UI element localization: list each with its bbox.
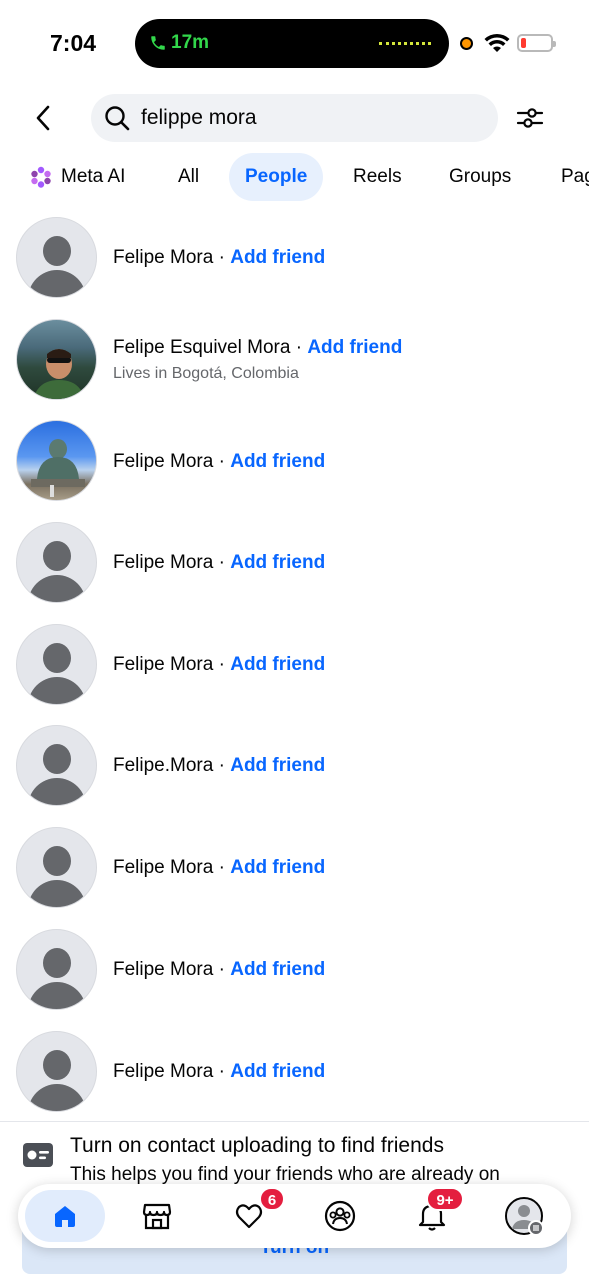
- avatar[interactable]: [16, 420, 97, 501]
- divider: [0, 1121, 589, 1122]
- nav-home[interactable]: [25, 1190, 105, 1242]
- person-name-row: Felipe Mora · Add friend: [113, 654, 326, 675]
- tab-label: Meta AI: [61, 166, 126, 187]
- list-item[interactable]: Felipe Mora · Add friend: [0, 411, 589, 511]
- person-name[interactable]: Felipe Mora: [113, 451, 213, 472]
- dynamic-island[interactable]: 17m: [135, 19, 449, 68]
- add-friend-button[interactable]: Add friend: [230, 857, 325, 878]
- list-item[interactable]: Felipe Mora · Add friend: [0, 919, 589, 1019]
- nav-dating[interactable]: 6: [209, 1187, 289, 1242]
- avatar[interactable]: [16, 522, 97, 603]
- tab-all[interactable]: All: [178, 153, 199, 201]
- list-item[interactable]: Felipe Mora · Add friend: [0, 1021, 589, 1121]
- person-name[interactable]: Felipe.Mora: [113, 755, 213, 776]
- nav-profile[interactable]: [484, 1190, 564, 1242]
- avatar[interactable]: [16, 624, 97, 705]
- person-name[interactable]: Felipe Mora: [113, 552, 213, 573]
- groups-icon: [324, 1200, 356, 1232]
- search-input[interactable]: [141, 94, 481, 142]
- add-friend-button[interactable]: Add friend: [230, 959, 325, 980]
- person-name-row: Felipe.Mora · Add friend: [113, 755, 326, 776]
- person-name-row: Felipe Mora · Add friend: [113, 247, 326, 268]
- avatar[interactable]: [16, 1031, 97, 1112]
- search-bar[interactable]: [91, 94, 498, 142]
- dating-icon: [235, 1204, 263, 1229]
- person-location: Lives in Bogotá, Colombia: [113, 365, 299, 382]
- chevron-left-icon: [36, 105, 50, 131]
- add-friend-button[interactable]: Add friend: [307, 337, 402, 358]
- tab-people[interactable]: People: [229, 153, 324, 201]
- person-name[interactable]: Felipe Mora: [113, 654, 213, 675]
- person-name[interactable]: Felipe Mora: [113, 247, 213, 268]
- notification-badge: 6: [259, 1187, 285, 1211]
- nav-notifications[interactable]: 9+: [392, 1187, 472, 1242]
- add-friend-button[interactable]: Add friend: [230, 654, 325, 675]
- person-name-row: Felipe Mora · Add friend: [113, 857, 326, 878]
- audio-waveform-icon: [379, 42, 431, 45]
- profile-photo: [31, 439, 85, 497]
- avatar[interactable]: [16, 827, 97, 908]
- notification-badge: 9+: [426, 1187, 464, 1211]
- list-item[interactable]: Felipe Mora · Add friend: [0, 207, 589, 307]
- phone-icon: [151, 36, 165, 50]
- avatar[interactable]: [16, 217, 97, 298]
- person-name[interactable]: Felipe Mora: [113, 1061, 213, 1082]
- add-friend-button[interactable]: Add friend: [230, 755, 325, 776]
- search-icon: [105, 106, 130, 131]
- avatar[interactable]: [16, 929, 97, 1010]
- nav-groups[interactable]: [300, 1190, 380, 1242]
- nav-marketplace[interactable]: [117, 1190, 197, 1242]
- person-name-row: Felipe Mora · Add friend: [113, 552, 326, 573]
- bottom-navigation: 6 9+: [18, 1184, 571, 1248]
- add-friend-button[interactable]: Add friend: [230, 247, 325, 268]
- tab-meta-ai[interactable]: Meta AI: [30, 153, 125, 201]
- wifi-icon: [484, 33, 510, 52]
- list-item[interactable]: Felipe Mora · Add friend: [0, 512, 589, 612]
- person-name-row: Felipe Esquivel Mora · Add friend: [113, 337, 403, 358]
- add-friend-button[interactable]: Add friend: [230, 1061, 325, 1082]
- person-name[interactable]: Felipe Esquivel Mora: [113, 337, 290, 358]
- list-item[interactable]: Felipe Mora · Add friend: [0, 614, 589, 714]
- home-icon: [55, 1206, 75, 1227]
- list-item[interactable]: Felipe Esquivel Mora · Add friend Lives …: [0, 309, 589, 409]
- search-filter-tabs: Meta AI All People Reels Groups Pag: [0, 153, 589, 201]
- avatar[interactable]: [16, 319, 97, 400]
- add-friend-button[interactable]: Add friend: [230, 451, 325, 472]
- avatar[interactable]: [16, 725, 97, 806]
- back-button[interactable]: [26, 100, 60, 136]
- contact-upload-title: Turn on contact uploading to find friend…: [70, 1134, 444, 1157]
- tab-pages[interactable]: Pag: [561, 153, 589, 201]
- profile-photo: [33, 349, 85, 399]
- status-time: 7:04: [50, 30, 97, 56]
- status-bar: 7:04 17m: [0, 0, 589, 80]
- mic-indicator-icon: [460, 37, 473, 50]
- contact-upload-description: This helps you find your friends who are…: [70, 1164, 500, 1185]
- list-item[interactable]: Felipe.Mora · Add friend: [0, 715, 589, 815]
- add-friend-button[interactable]: Add friend: [230, 552, 325, 573]
- meta-ai-icon: [31, 166, 51, 188]
- call-timer: 17m: [171, 32, 210, 53]
- profile-icon: [505, 1197, 544, 1236]
- person-name-row: Felipe Mora · Add friend: [113, 1061, 326, 1082]
- filter-button[interactable]: [512, 100, 548, 136]
- contact-card-icon: [23, 1143, 53, 1167]
- list-item[interactable]: Felipe Mora · Add friend: [0, 817, 589, 917]
- tab-groups[interactable]: Groups: [449, 153, 511, 201]
- sliders-icon: [516, 108, 544, 128]
- person-name[interactable]: Felipe Mora: [113, 959, 213, 980]
- marketplace-icon: [142, 1203, 172, 1230]
- person-name[interactable]: Felipe Mora: [113, 857, 213, 878]
- tab-reels[interactable]: Reels: [353, 153, 402, 201]
- person-name-row: Felipe Mora · Add friend: [113, 451, 326, 472]
- person-name-row: Felipe Mora · Add friend: [113, 959, 326, 980]
- battery-icon: [517, 34, 556, 52]
